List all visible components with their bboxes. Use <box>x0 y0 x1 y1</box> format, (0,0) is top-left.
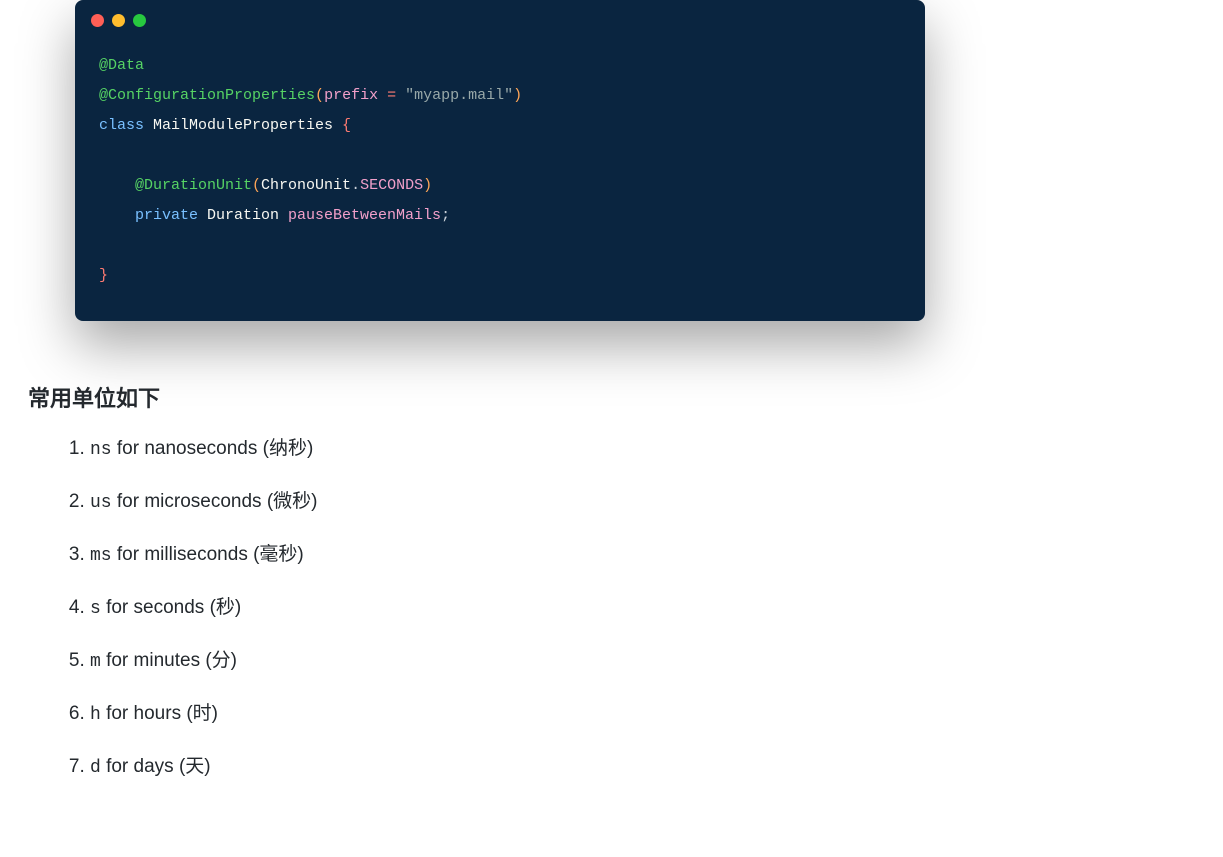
inline-code: d <box>90 758 101 778</box>
list-item-desc: for milliseconds (毫秒) <box>112 544 304 565</box>
close-icon <box>91 14 104 27</box>
keyword-token: private <box>135 207 207 224</box>
inline-code: ms <box>90 546 112 566</box>
list-item: s for seconds (秒) <box>90 594 1195 623</box>
identifier-token: pauseBetweenMails <box>288 207 441 224</box>
list-item-desc: for hours (时) <box>101 703 218 724</box>
units-list: ns for nanoseconds (纳秒) us for microseco… <box>28 435 1195 782</box>
list-item-desc: for microseconds (微秒) <box>112 491 318 512</box>
minimize-icon <box>112 14 125 27</box>
paren-token: ) <box>513 87 522 104</box>
list-item-desc: for minutes (分) <box>101 650 237 671</box>
annotation-token: @ConfigurationProperties <box>99 87 315 104</box>
class-token: MailModuleProperties <box>153 117 342 134</box>
list-item: h for hours (时) <box>90 700 1195 729</box>
code-line: @Data <box>99 51 901 81</box>
code-line: } <box>99 261 901 291</box>
annotation-token: @DurationUnit <box>135 177 252 194</box>
inline-code: s <box>90 599 101 619</box>
type-token: ChronoUnit <box>261 177 351 194</box>
paren-token: ) <box>423 177 432 194</box>
identifier-token: SECONDS <box>360 177 423 194</box>
code-line <box>99 231 901 261</box>
code-line <box>99 141 901 171</box>
list-item: ms for milliseconds (毫秒) <box>90 541 1195 570</box>
string-token: "myapp.mail" <box>405 87 513 104</box>
window-chrome <box>75 0 925 33</box>
paren-token: ( <box>315 87 324 104</box>
type-token: Duration <box>207 207 288 224</box>
code-line: private Duration pauseBetweenMails; <box>99 201 901 231</box>
equals-token: = <box>378 87 405 104</box>
list-item: m for minutes (分) <box>90 647 1195 676</box>
inline-code: ns <box>90 440 112 460</box>
code-window: @Data @ConfigurationProperties(prefix = … <box>75 0 925 321</box>
annotation-token: @Data <box>99 57 144 74</box>
list-item: ns for nanoseconds (纳秒) <box>90 435 1195 464</box>
list-item: d for days (天) <box>90 753 1195 782</box>
inline-code: us <box>90 493 112 513</box>
dot-token: . <box>351 177 360 194</box>
code-snippet-section: @Data @ConfigurationProperties(prefix = … <box>0 0 1223 351</box>
code-block: @Data @ConfigurationProperties(prefix = … <box>75 33 925 321</box>
code-line: @DurationUnit(ChronoUnit.SECONDS) <box>99 171 901 201</box>
list-item-desc: for days (天) <box>101 756 211 777</box>
maximize-icon <box>133 14 146 27</box>
article-body: 常用单位如下 ns for nanoseconds (纳秒) us for mi… <box>0 351 1223 826</box>
param-token: prefix <box>324 87 378 104</box>
list-item-desc: for seconds (秒) <box>101 597 241 618</box>
keyword-token: class <box>99 117 153 134</box>
paren-token: ( <box>252 177 261 194</box>
list-item-desc: for nanoseconds (纳秒) <box>112 438 314 459</box>
list-item: us for microseconds (微秒) <box>90 488 1195 517</box>
inline-code: h <box>90 705 101 725</box>
inline-code: m <box>90 652 101 672</box>
brace-token: { <box>342 117 351 134</box>
section-heading: 常用单位如下 <box>28 381 1195 413</box>
code-line: @ConfigurationProperties(prefix = "myapp… <box>99 81 901 111</box>
code-line: class MailModuleProperties { <box>99 111 901 141</box>
semicolon-token: ; <box>441 207 450 224</box>
brace-token: } <box>99 267 108 284</box>
